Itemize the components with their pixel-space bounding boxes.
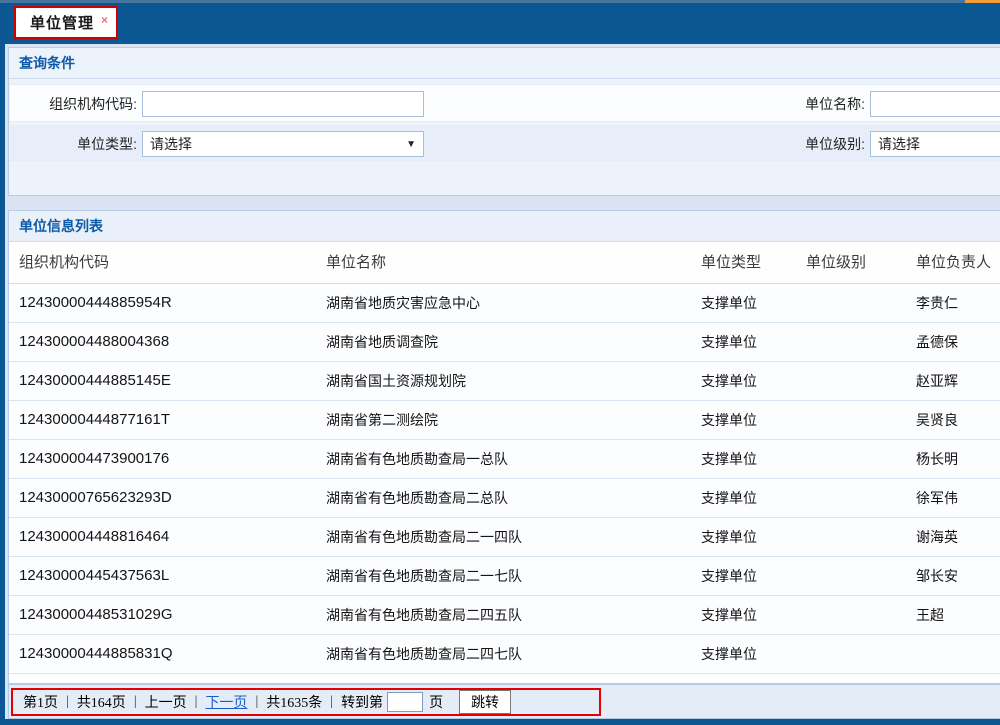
table-row[interactable]: 12430000444885831Q 湖南省有色地质勘查局二四七队 支撑单位 [9,635,1000,674]
query-panel-title: 查询条件 [9,48,1000,79]
table-cell: 支撑单位 [701,596,757,634]
chevron-down-icon: ▼ [406,139,416,150]
table-cell: 支撑单位 [701,323,757,361]
current-page-label: 第1页 [23,692,58,712]
pager-separator: | [330,694,333,710]
col-header-org-code: 组织机构代码 [19,242,109,284]
table-cell: 赵亚辉 [916,362,958,400]
pager-separator: | [195,694,198,710]
table-cell: 12430000444885831Q [19,635,173,673]
table-cell: 12430000765623293D [19,479,172,517]
unit-type-select-value: 请选择 [150,134,192,154]
pager-separator: | [134,694,137,710]
pagination-bar: 第1页 | 共164页 | 上一页 | 下一页 | 共1635条 | 转到第 页… [8,684,1000,719]
table-cell: 湖南省国土资源规划院 [326,362,466,400]
org-code-input[interactable] [142,91,424,117]
bottom-frame-strip [0,719,1000,725]
unit-level-label: 单位级别: [650,125,865,163]
table-cell: 湖南省地质灾害应急中心 [326,284,480,322]
table-cell: 湖南省有色地质勘查局二一七队 [326,557,522,595]
unit-type-label: 单位类型: [18,125,137,163]
table-cell: 12430000444885145E [19,362,171,400]
table-cell: 支撑单位 [701,284,757,322]
query-form-row-1: 组织机构代码: 单位名称: [10,84,1000,122]
table-cell: 邹长安 [916,557,958,595]
table-cell: 支撑单位 [701,401,757,439]
table-cell: 湖南省有色地质勘查局二总队 [326,479,508,517]
table-cell: 支撑单位 [701,440,757,478]
unit-list-panel: 单位信息列表 组织机构代码 单位名称 单位类型 单位级别 单位负责人 12430… [8,210,1000,684]
table-cell: 湖南省有色地质勘查局二四五队 [326,596,522,634]
table-row[interactable]: 12430000444885145E 湖南省国土资源规划院 支撑单位 赵亚辉 [9,362,1000,401]
table-header-row: 组织机构代码 单位名称 单位类型 单位级别 单位负责人 [9,242,1000,284]
table-cell: 12430000445437563L [19,557,169,595]
table-cell: 12430000448531029G [19,596,173,634]
table-row[interactable]: 124300004488004368 湖南省地质调查院 支撑单位 孟德保 [9,323,1000,362]
tab-bar: 单位管理 × [0,0,1000,44]
query-panel: 查询条件 组织机构代码: 单位名称: 单位类型: 请选择 ▼ 单位级别: 请选择 [8,47,1000,196]
unit-level-select[interactable]: 请选择 [870,131,1000,157]
total-records-label: 共1635条 [266,692,322,712]
table-row[interactable]: 124300004448816464 湖南省有色地质勘查局二一四队 支撑单位 谢海英 [9,518,1000,557]
col-header-unit-name: 单位名称 [326,242,386,284]
jump-button[interactable]: 跳转 [459,690,511,714]
goto-page-prefix-label: 转到第 [341,692,383,712]
unit-list-title: 单位信息列表 [9,211,1000,242]
top-highlight-line [0,0,1000,3]
table-cell: 支撑单位 [701,635,757,673]
table-cell: 支撑单位 [701,557,757,595]
table-cell: 12430000444877161T [19,401,170,439]
tab-label: 单位管理 [30,12,94,33]
table-cell: 吴贤良 [916,401,958,439]
table-cell: 湖南省地质调查院 [326,323,438,361]
table-row[interactable]: 12430000448531029G 湖南省有色地质勘查局二四五队 支撑单位 王超 [9,596,1000,635]
prev-page-link[interactable]: 上一页 [145,692,187,712]
unit-level-select-value: 请选择 [878,134,920,154]
table-cell: 湖南省有色地质勘查局二四七队 [326,635,522,673]
left-frame-strip [0,44,5,725]
table-row[interactable]: 12430000444885954R 湖南省地质灾害应急中心 支撑单位 李贵仁 [9,284,1000,323]
table-body: 12430000444885954R湖南省地质灾害应急中心支撑单位李贵仁1243… [9,284,1000,674]
goto-page-input[interactable] [387,692,423,712]
table-cell: 124300004448816464 [19,518,169,556]
table-cell: 谢海英 [916,518,958,556]
col-header-unit-type: 单位类型 [701,242,761,284]
table-cell: 湖南省有色地质勘查局二一四队 [326,518,522,556]
table-cell: 徐军伟 [916,479,958,517]
tab-unit-management[interactable]: 单位管理 × [14,6,118,39]
unit-name-label: 单位名称: [650,85,865,123]
pagination-highlight-box: 第1页 | 共164页 | 上一页 | 下一页 | 共1635条 | 转到第 页… [11,688,601,716]
unit-type-select[interactable]: 请选择 ▼ [142,131,424,157]
query-form-row-2: 单位类型: 请选择 ▼ 单位级别: 请选择 [10,125,1000,163]
table-cell: 支撑单位 [701,479,757,517]
table-row[interactable]: 12430000444877161T 湖南省第二测绘院 支撑单位 吴贤良 [9,401,1000,440]
table-cell: 孟德保 [916,323,958,361]
table-cell: 支撑单位 [701,518,757,556]
pager-separator: | [255,694,258,710]
table-cell: 湖南省有色地质勘查局一总队 [326,440,508,478]
table-cell: 李贵仁 [916,284,958,322]
next-page-link[interactable]: 下一页 [205,692,247,712]
tab-close-icon[interactable]: × [101,13,108,27]
table-row[interactable]: 12430000445437563L 湖南省有色地质勘查局二一七队 支撑单位 邹长安 [9,557,1000,596]
table-cell: 124300004473900176 [19,440,169,478]
unit-management-page: 单位管理 × 查询条件 组织机构代码: 单位名称: 单位类型: 请选择 ▼ 单位… [0,0,1000,725]
total-pages-label: 共164页 [77,692,126,712]
org-code-label: 组织机构代码: [18,85,137,123]
unit-name-input[interactable] [870,91,1000,117]
table-row[interactable]: 12430000765623293D 湖南省有色地质勘查局二总队 支撑单位 徐军伟 [9,479,1000,518]
pager-separator: | [66,694,69,710]
goto-page-unit-label: 页 [429,692,443,712]
col-header-unit-manager: 单位负责人 [916,242,991,284]
table-cell: 杨长明 [916,440,958,478]
col-header-unit-level: 单位级别 [806,242,866,284]
table-cell: 湖南省第二测绘院 [326,401,438,439]
table-cell: 王超 [916,596,944,634]
table-cell: 12430000444885954R [19,284,172,322]
table-row[interactable]: 124300004473900176 湖南省有色地质勘查局一总队 支撑单位 杨长明 [9,440,1000,479]
table-cell: 124300004488004368 [19,323,169,361]
top-orange-segment [965,0,1000,3]
table-cell: 支撑单位 [701,362,757,400]
